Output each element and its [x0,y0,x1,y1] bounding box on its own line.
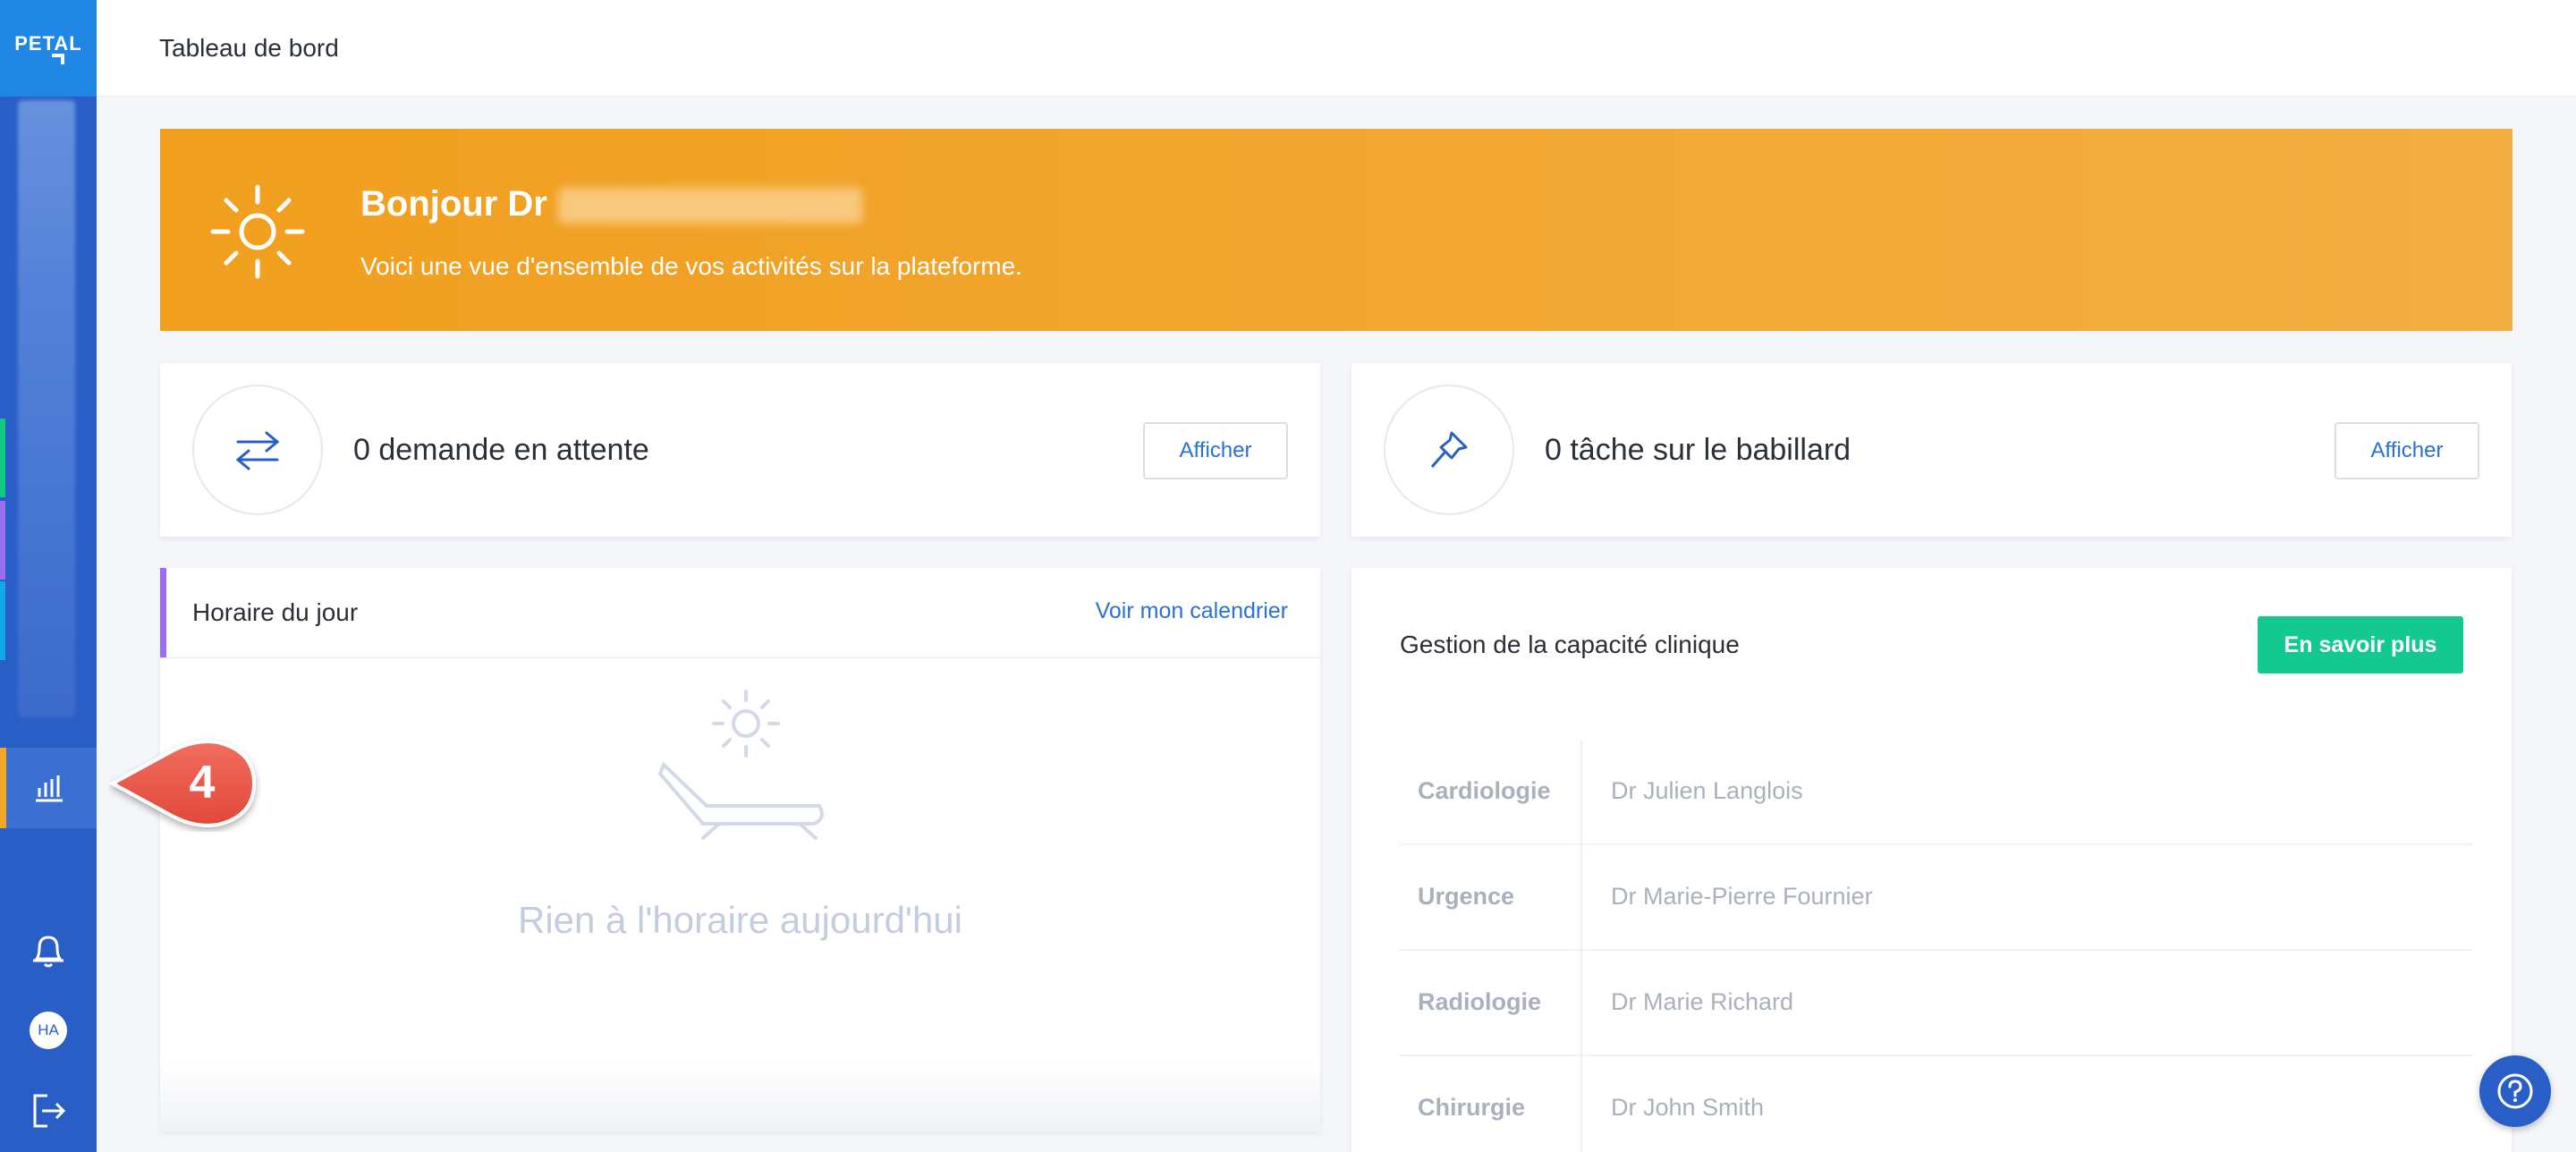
greeting: Bonjour Dr [360,184,862,224]
clinical-capacity-card: Gestion de la capacité clinique En savoi… [1352,568,2512,1152]
blurred-nav-items [18,100,75,717]
specialty-cell: Urgence [1418,883,1515,910]
table-row: Radiologie Dr Marie Richard [1400,951,2473,1056]
help-button[interactable] [2479,1055,2551,1127]
column-divider [1580,1056,1582,1152]
view-requests-button[interactable]: Afficher [1143,422,1288,479]
schedule-accent-bar [160,568,166,657]
pending-requests-text: 0 demande en attente [353,433,649,467]
pin-icon [1384,385,1514,515]
table-row: Chirurgie Dr John Smith [1400,1056,2473,1152]
sunbed-illustration-icon [657,690,824,840]
specialty-cell: Cardiologie [1418,777,1551,804]
badge-number: 4 [190,757,216,809]
logo-text: PETAL [14,32,82,55]
board-tasks-text: 0 tâche sur le babillard [1545,433,1852,467]
column-divider [1580,845,1582,951]
divider [160,657,1320,658]
question-icon [2497,1073,2533,1109]
active-indicator [0,748,6,828]
sun-icon [210,184,305,279]
table-row: Cardiologie Dr Julien Langlois [1400,740,2473,845]
sidebar: PETAL HA [0,0,97,1152]
column-divider [1580,740,1582,845]
nav-indicator-green [0,419,5,497]
welcome-banner: Bonjour Dr Voici une vue d'ensemble de v… [160,129,2512,331]
doctor-cell: Dr John Smith [1611,1094,1765,1121]
table-row: Urgence Dr Marie-Pierre Fournier [1400,845,2473,951]
top-header: Tableau de bord [97,0,2576,97]
banner-subtitle: Voici une vue d'ensemble de vos activité… [360,252,1022,280]
doctor-cell: Dr Marie-Pierre Fournier [1611,883,1873,910]
bar-chart-icon [27,767,70,809]
pending-requests-card: 0 demande en attente Afficher [160,363,1320,537]
petal-logo[interactable]: PETAL [0,0,97,97]
bottom-fade [160,1060,1320,1131]
board-tasks-card: 0 tâche sur le babillard Afficher [1352,363,2512,537]
arrows-swap-icon [192,385,323,515]
doctor-cell: Dr Marie Richard [1611,988,1794,1015]
nav-indicator-purple [0,501,5,580]
schedule-card: Horaire du jour Voir mon calendrier Rien… [160,568,1320,1131]
greeting-text: Bonjour Dr [360,184,547,224]
blurred-username [557,188,862,224]
avatar[interactable]: HA [30,1012,67,1049]
column-divider [1580,951,1582,1056]
logout-icon[interactable] [27,1089,70,1132]
nav-indicator-cyan [0,581,5,660]
bell-icon[interactable] [27,928,70,971]
doctor-cell: Dr Julien Langlois [1611,777,1803,804]
schedule-title: Horaire du jour [192,598,359,626]
empty-schedule-text: Rien à l'horaire aujourd'hui [517,899,962,941]
specialty-cell: Chirurgie [1418,1094,1526,1121]
view-tasks-button[interactable]: Afficher [2334,422,2479,479]
capacity-title: Gestion de la capacité clinique [1400,631,1740,658]
view-calendar-link[interactable]: Voir mon calendrier [1096,598,1288,624]
tutorial-step-badge: 4 [109,740,257,827]
logo-mark-icon [52,54,64,64]
learn-more-button[interactable]: En savoir plus [2258,616,2463,673]
specialty-cell: Radiologie [1418,988,1542,1015]
page-title: Tableau de bord [159,34,339,62]
sidebar-item-statistics[interactable] [0,748,97,828]
